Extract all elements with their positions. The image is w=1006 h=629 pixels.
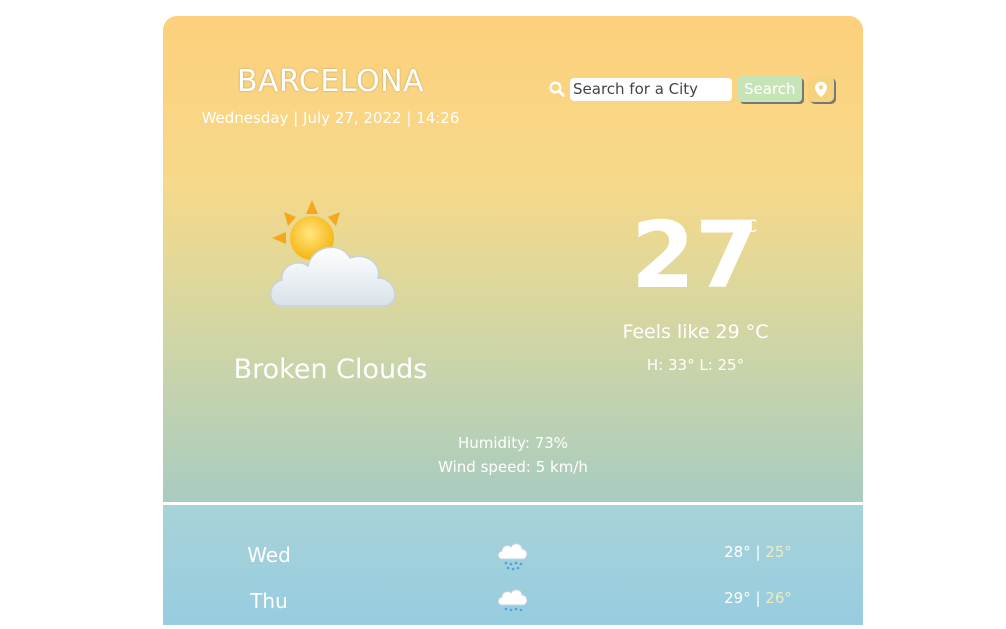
feels-like: Feels like 29 °C bbox=[622, 321, 769, 343]
location-button[interactable] bbox=[807, 76, 834, 102]
high-low: H: 33° L: 25° bbox=[646, 356, 745, 374]
forecast-temps: 28° | 25° bbox=[724, 543, 792, 561]
forecast-low: 25° bbox=[765, 543, 792, 561]
location-pin-icon bbox=[814, 81, 827, 97]
snow-cloud-icon bbox=[497, 543, 528, 571]
sun-behind-cloud-icon bbox=[270, 200, 396, 307]
wind-speed: Wind speed: 5 km/h bbox=[438, 458, 588, 476]
search-button[interactable]: Search bbox=[738, 76, 802, 102]
search-icon bbox=[549, 81, 565, 97]
forecast-panel: Wed 28° | 25° Thu 29° | 26° bbox=[163, 505, 863, 625]
date-time: Wednesday | July 27, 2022 | 14:26 bbox=[201, 109, 460, 127]
humidity: Humidity: 73% bbox=[457, 434, 569, 452]
snow-cloud-icon bbox=[497, 589, 528, 612]
forecast-row: Wed 28° | 25° bbox=[163, 543, 863, 583]
forecast-day: Wed bbox=[247, 543, 291, 567]
forecast-high: 29° bbox=[724, 589, 751, 607]
temperature-unit: °C bbox=[737, 217, 758, 237]
forecast-high: 28° bbox=[724, 543, 751, 561]
forecast-temps: 29° | 26° bbox=[724, 589, 792, 607]
weather-card: BARCELONA Wednesday | July 27, 2022 | 14… bbox=[163, 16, 863, 502]
forecast-low: 26° bbox=[765, 589, 792, 607]
current-temperature: 27 bbox=[631, 202, 760, 309]
city-name: BARCELONA bbox=[236, 64, 425, 99]
weather-description: Broken Clouds bbox=[233, 354, 428, 385]
temperature-display: 27 °C bbox=[631, 196, 759, 316]
forecast-row: Thu 29° | 26° bbox=[163, 589, 863, 629]
search-bar: Search bbox=[549, 75, 834, 103]
forecast-day: Thu bbox=[250, 589, 288, 613]
city-search-input[interactable] bbox=[570, 77, 732, 101]
